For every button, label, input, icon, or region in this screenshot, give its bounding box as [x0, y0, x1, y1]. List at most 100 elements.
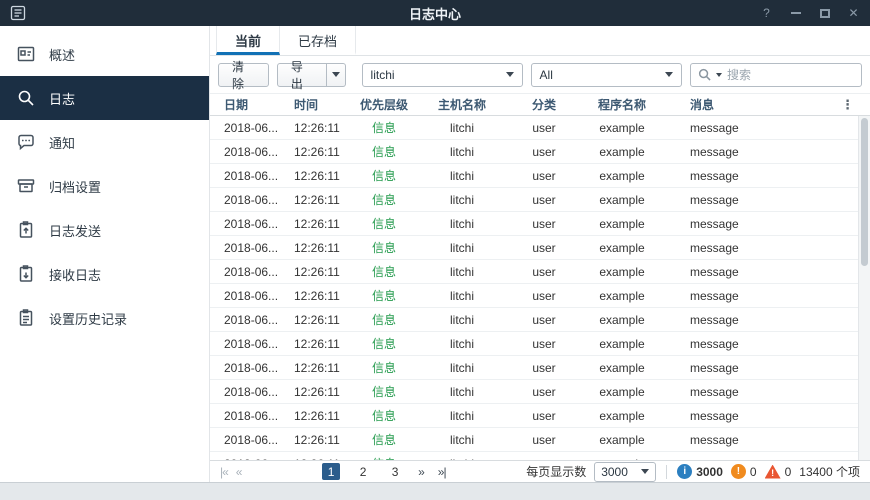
- clear-button[interactable]: 清除: [218, 60, 269, 91]
- page-button-3[interactable]: 3: [386, 463, 404, 480]
- log-level-cell: 信息: [371, 409, 396, 423]
- column-header-level[interactable]: 优先层级: [352, 96, 416, 113]
- page-button-1[interactable]: 1: [322, 463, 341, 480]
- page-button-2[interactable]: 2: [354, 463, 372, 480]
- column-header-program[interactable]: 程序名称: [580, 96, 664, 113]
- help-button[interactable]: ?: [760, 6, 773, 21]
- table-row[interactable]: 2018-06... 12:26:11 信息 litchi user examp…: [210, 308, 870, 332]
- column-settings-icon[interactable]: ⋮: [841, 97, 854, 113]
- sidebar-item-settings-history[interactable]: 设置历史记录: [0, 296, 209, 340]
- log-host-cell: litchi: [449, 312, 474, 327]
- prev-page-button[interactable]: «: [236, 465, 243, 479]
- log-category-cell: user: [532, 120, 556, 135]
- log-message-cell: message: [690, 120, 739, 135]
- close-button[interactable]: ✕: [847, 6, 860, 21]
- sidebar-item-archive-settings[interactable]: 归档设置: [0, 164, 209, 208]
- sidebar-item-notifications[interactable]: 通知: [0, 120, 209, 164]
- window-title: 日志中心: [408, 6, 461, 22]
- table-row[interactable]: 2018-06... 12:26:11 信息 litchi user examp…: [210, 332, 870, 356]
- table-row[interactable]: 2018-06... 12:26:11 信息 litchi user examp…: [210, 212, 870, 236]
- info-icon: i: [677, 464, 693, 479]
- table-scrollbar[interactable]: [858, 116, 870, 460]
- table-row[interactable]: 2018-06... 12:26:11 信息 litchi user examp…: [210, 356, 870, 380]
- column-header-time[interactable]: 时间: [288, 96, 352, 113]
- log-message-cell: message: [664, 457, 870, 461]
- minimize-icon: [790, 12, 801, 14]
- table-row[interactable]: 2018-06... 12:26:11 信息 litchi user examp…: [210, 188, 870, 212]
- log-host-cell: litchi: [416, 457, 508, 461]
- log-program-cell: example: [599, 120, 645, 135]
- last-page-button[interactable]: »|: [438, 465, 447, 479]
- table-row[interactable]: 2018-06... 12:26:11 信息 litchi user examp…: [210, 452, 870, 461]
- tab-current[interactable]: 当前: [216, 26, 281, 55]
- table-row[interactable]: 2018-06... 12:26:11 信息 litchi user examp…: [210, 284, 870, 308]
- divider: [666, 464, 668, 479]
- log-send-icon: [19, 221, 33, 238]
- search-icon: [698, 68, 711, 81]
- sidebar-item-log-sending[interactable]: 日志发送: [0, 208, 209, 252]
- table-row[interactable]: 2018-06... 12:26:11 信息 litchi user examp…: [210, 380, 870, 404]
- log-message-cell: message: [690, 432, 739, 447]
- log-level-cell: 信息: [371, 385, 396, 399]
- log-host-cell: litchi: [449, 432, 474, 447]
- next-page-button[interactable]: »: [418, 465, 425, 479]
- log-program-cell: example: [599, 264, 645, 279]
- log-host-cell: litchi: [449, 192, 474, 207]
- log-time-cell: 12:26:11: [294, 120, 340, 135]
- column-header-host[interactable]: 主机名称: [416, 96, 508, 113]
- table-row[interactable]: 2018-06... 12:26:11 信息 litchi user examp…: [210, 116, 870, 140]
- log-date-cell: 2018-06...: [210, 457, 288, 461]
- log-host-cell: litchi: [449, 360, 474, 375]
- log-time-cell: 12:26:11: [294, 312, 340, 327]
- maximize-button[interactable]: [818, 6, 831, 21]
- scrollbar-thumb[interactable]: [861, 118, 868, 266]
- log-message-cell: message: [690, 240, 739, 255]
- log-date-cell: 2018-06...: [224, 288, 279, 303]
- export-button[interactable]: 导出: [276, 60, 328, 91]
- table-row[interactable]: 2018-06... 12:26:11 信息 litchi user examp…: [210, 236, 870, 260]
- log-level-cell: 信息: [371, 121, 396, 135]
- chevron-down-icon: [716, 72, 722, 77]
- level-filter-select[interactable]: All: [530, 62, 682, 87]
- column-header-category[interactable]: 分类: [508, 96, 580, 113]
- log-time-cell: 12:26:11: [294, 336, 340, 351]
- info-count: 3000: [696, 464, 723, 479]
- log-time-cell: 12:26:11: [294, 408, 340, 423]
- column-header-date[interactable]: 日期: [210, 96, 288, 113]
- per-page-select[interactable]: 3000: [594, 461, 657, 482]
- log-category-cell: user: [532, 264, 556, 279]
- total-items-label: 13400 个项: [799, 465, 860, 479]
- sidebar-item-label: 接收日志: [49, 267, 102, 283]
- table-row[interactable]: 2018-06... 12:26:11 信息 litchi user examp…: [210, 140, 870, 164]
- sidebar-item-overview[interactable]: 概述: [0, 32, 209, 76]
- log-level-cell: 信息: [371, 313, 396, 327]
- log-program-cell: example: [599, 432, 645, 447]
- sidebar-item-label: 设置历史记录: [49, 311, 128, 327]
- log-time-cell: 12:26:11: [294, 432, 340, 447]
- log-program-cell: example: [599, 384, 645, 399]
- window-body: 概述 日志 通知 归档设置 日志发送 接收日志 设置历史记录 当前 已存档 清除…: [0, 26, 870, 482]
- page-buttons: 1 2 3 » »|: [322, 463, 447, 480]
- minimize-button[interactable]: [789, 6, 802, 21]
- log-time-cell: 12:26:11: [294, 168, 340, 183]
- table-row[interactable]: 2018-06... 12:26:11 信息 litchi user examp…: [210, 428, 870, 452]
- sidebar-item-label: 日志: [49, 91, 76, 107]
- log-level-cell: 信息: [371, 361, 396, 375]
- log-host-cell: litchi: [449, 216, 474, 231]
- host-filter-select[interactable]: litchi: [361, 62, 523, 87]
- warning-count: 0: [749, 464, 757, 479]
- sidebar-item-logs[interactable]: 日志: [0, 76, 209, 120]
- table-row[interactable]: 2018-06... 12:26:11 信息 litchi user examp…: [210, 164, 870, 188]
- log-message-cell: message: [690, 264, 739, 279]
- first-page-button[interactable]: |«: [220, 465, 229, 479]
- sidebar-item-receive-logs[interactable]: 接收日志: [0, 252, 209, 296]
- log-message-cell: message: [690, 360, 739, 375]
- search-input[interactable]: [727, 67, 854, 82]
- table-row[interactable]: 2018-06... 12:26:11 信息 litchi user examp…: [210, 404, 870, 428]
- log-program-cell: example: [580, 457, 664, 461]
- table-row[interactable]: 2018-06... 12:26:11 信息 litchi user examp…: [210, 260, 870, 284]
- tab-archived[interactable]: 已存档: [280, 26, 357, 55]
- export-dropdown-button[interactable]: [327, 62, 346, 87]
- pagination-bar: |« « 1 2 3 » »| 每页显示数 3000 i 3000 ! 0 ! …: [210, 460, 870, 482]
- column-header-message[interactable]: 消息: [664, 96, 841, 113]
